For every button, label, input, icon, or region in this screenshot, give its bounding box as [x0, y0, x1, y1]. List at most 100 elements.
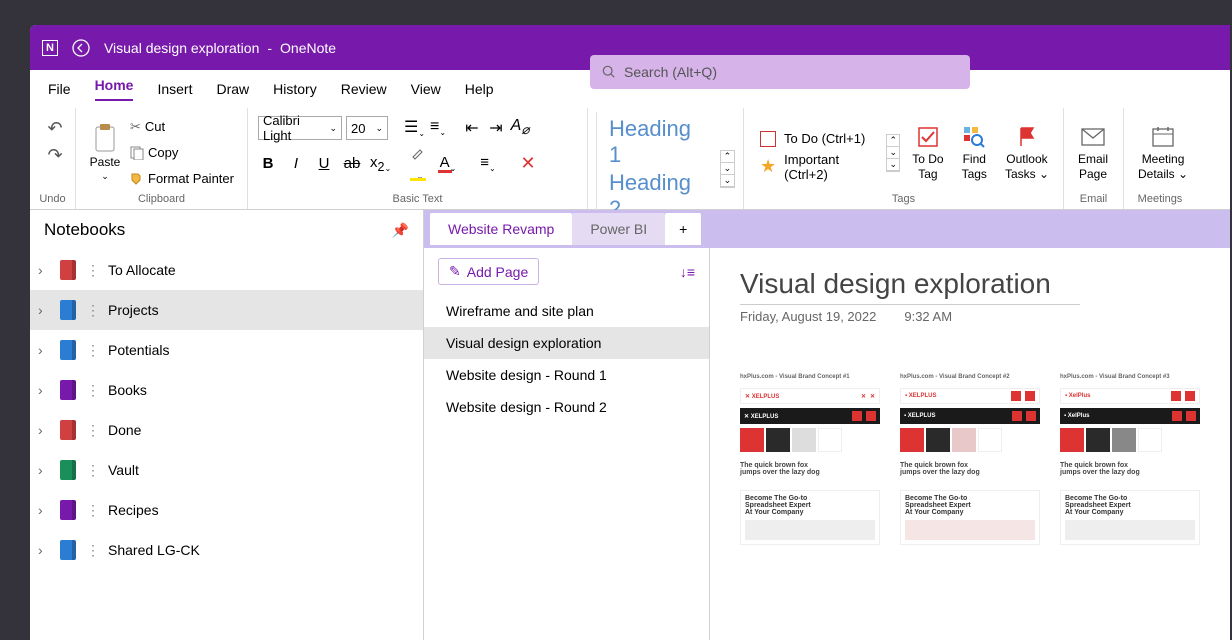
thumbnail: hxPlus.com - Visual Brand Concept #2 ▪ X…: [900, 374, 1040, 476]
notebook-item[interactable]: › ⋮ Projects: [30, 290, 423, 330]
back-icon[interactable]: [72, 39, 90, 57]
star-icon: ★: [760, 156, 776, 177]
page-list-item[interactable]: Visual design exploration: [424, 327, 709, 359]
outlook-tasks-button[interactable]: Outlook Tasks ⌄: [999, 124, 1055, 181]
envelope-icon: [1081, 124, 1105, 150]
notebook-item[interactable]: › ⋮ To Allocate: [30, 250, 423, 290]
chevron-right-icon: ›: [38, 302, 50, 318]
grip-icon: ⋮: [86, 342, 98, 359]
indent-icon[interactable]: ⇥: [486, 118, 506, 138]
thumbnail: hxPlus.com - Visual Brand Concept #1 ✕ X…: [740, 374, 880, 476]
notebook-label: Books: [108, 382, 147, 398]
page-time: 9:32 AM: [904, 309, 952, 324]
email-page-button[interactable]: Email Page: [1072, 124, 1114, 181]
flag-icon: [1016, 124, 1038, 150]
sort-icon[interactable]: ↓≡: [680, 264, 695, 280]
menu-help[interactable]: Help: [465, 81, 494, 97]
grip-icon: ⋮: [86, 382, 98, 399]
search-input[interactable]: Search (Alt+Q): [590, 55, 970, 89]
strike-button[interactable]: ab: [342, 155, 362, 172]
page-list-item[interactable]: Website design - Round 1: [424, 359, 709, 391]
design-thumbnails: hxPlus.com - Visual Brand Concept #1 ✕ X…: [740, 374, 1200, 476]
cut-button[interactable]: ✂Cut: [128, 115, 236, 139]
meetings-group-label: Meetings: [1132, 193, 1188, 209]
onenote-logo-icon: N: [42, 40, 58, 56]
notebook-item[interactable]: › ⋮ Vault: [30, 450, 423, 490]
chevron-right-icon: ›: [38, 462, 50, 478]
notebook-item[interactable]: › ⋮ Recipes: [30, 490, 423, 530]
notebook-label: Vault: [108, 462, 139, 478]
thumbnail: Become The Go-toSpreadsheet ExpertAt You…: [900, 490, 1040, 545]
italic-button[interactable]: I: [286, 155, 306, 172]
chevron-right-icon: ›: [38, 342, 50, 358]
menu-file[interactable]: File: [48, 81, 71, 97]
email-group-label: Email: [1072, 193, 1115, 209]
copy-button[interactable]: Copy: [128, 141, 236, 165]
format-painter-button[interactable]: Format Painter: [128, 167, 236, 191]
grip-icon: ⋮: [86, 502, 98, 519]
thumbnail: hxPlus.com - Visual Brand Concept #3 ▪ X…: [1060, 374, 1200, 476]
notebook-icon: [60, 340, 76, 360]
numbering-icon[interactable]: ≡⌄: [428, 118, 448, 137]
menu-insert[interactable]: Insert: [157, 81, 192, 97]
page-title-text: Visual design exploration: [104, 40, 259, 56]
bold-button[interactable]: B: [258, 155, 278, 172]
page-list-item[interactable]: Website design - Round 2: [424, 391, 709, 423]
align-button[interactable]: ≡⌄: [478, 154, 498, 173]
page-canvas[interactable]: Visual design exploration Friday, August…: [710, 248, 1230, 640]
meeting-details-button[interactable]: Meeting Details ⌄: [1132, 124, 1194, 181]
page-list-item[interactable]: Wireframe and site plan: [424, 295, 709, 327]
tab-website-revamp[interactable]: Website Revamp: [430, 213, 572, 245]
pin-icon[interactable]: 📌: [392, 222, 409, 239]
menu-view[interactable]: View: [411, 81, 441, 97]
clear-format-icon[interactable]: A⌀: [510, 117, 530, 138]
underline-button[interactable]: U: [314, 155, 334, 172]
notebook-item[interactable]: › ⋮ Books: [30, 370, 423, 410]
notebooks-panel: Notebooks 📌 › ⋮ To Allocate› ⋮ Projects›…: [30, 210, 424, 640]
tags-group-label: Tags: [752, 193, 1055, 209]
style-heading1[interactable]: Heading 1: [609, 116, 704, 168]
tag-todo[interactable]: To Do (Ctrl+1): [760, 126, 868, 152]
find-tags-button[interactable]: Find Tags: [956, 124, 993, 181]
menu-history[interactable]: History: [273, 81, 317, 97]
chevron-right-icon: ›: [38, 542, 50, 558]
redo-icon[interactable]: ↷: [47, 145, 62, 166]
add-section-button[interactable]: +: [665, 213, 701, 245]
tab-power-bi[interactable]: Power BI: [572, 213, 665, 245]
notebook-item[interactable]: › ⋮ Shared LG-CK: [30, 530, 423, 570]
outdent-icon[interactable]: ⇤: [462, 118, 482, 138]
menu-review[interactable]: Review: [341, 81, 387, 97]
font-name-select[interactable]: Calibri Light⌄: [258, 116, 342, 140]
bullets-icon[interactable]: ☰⌄: [404, 117, 424, 138]
notebooks-header: Notebooks: [44, 220, 125, 240]
delete-button[interactable]: ✕: [518, 153, 538, 174]
notebook-icon: [60, 380, 76, 400]
notebook-item[interactable]: › ⋮ Potentials: [30, 330, 423, 370]
menu-draw[interactable]: Draw: [216, 81, 249, 97]
todo-tag-button[interactable]: To Do Tag: [906, 124, 949, 181]
grip-icon: ⋮: [86, 462, 98, 479]
undo-icon[interactable]: ↶: [47, 118, 62, 139]
grip-icon: ⋮: [86, 422, 98, 439]
notebook-item[interactable]: › ⋮ Done: [30, 410, 423, 450]
undo-group-label: Undo: [38, 193, 67, 209]
subscript-button[interactable]: x2⌄: [370, 154, 390, 174]
ribbon: ↶ ↷ Undo Paste ⌄ ✂Cut Copy: [30, 108, 1230, 210]
font-color-button[interactable]: A⌄: [438, 154, 458, 173]
notebook-label: Recipes: [108, 502, 159, 518]
notebook-label: Shared LG-CK: [108, 542, 200, 558]
search-placeholder: Search (Alt+Q): [624, 64, 717, 80]
chevron-right-icon: ›: [38, 422, 50, 438]
section-tabs: Website Revamp Power BI +: [424, 210, 1230, 248]
notebook-label: Potentials: [108, 342, 169, 358]
add-page-button[interactable]: ✎ Add Page: [438, 258, 539, 285]
menu-home[interactable]: Home: [95, 77, 134, 101]
tag-important[interactable]: ★Important (Ctrl+2): [760, 154, 868, 180]
paste-button[interactable]: Paste ⌄: [84, 123, 126, 182]
tags-spinner[interactable]: ⌃⌄⌄: [886, 134, 900, 172]
font-size-select[interactable]: 20⌄: [346, 116, 388, 140]
styles-spinner[interactable]: ⌃⌄⌄: [720, 150, 735, 188]
page-title-heading[interactable]: Visual design exploration: [740, 268, 1080, 305]
highlight-button[interactable]: ⌄: [410, 146, 430, 181]
grip-icon: ⋮: [86, 262, 98, 279]
